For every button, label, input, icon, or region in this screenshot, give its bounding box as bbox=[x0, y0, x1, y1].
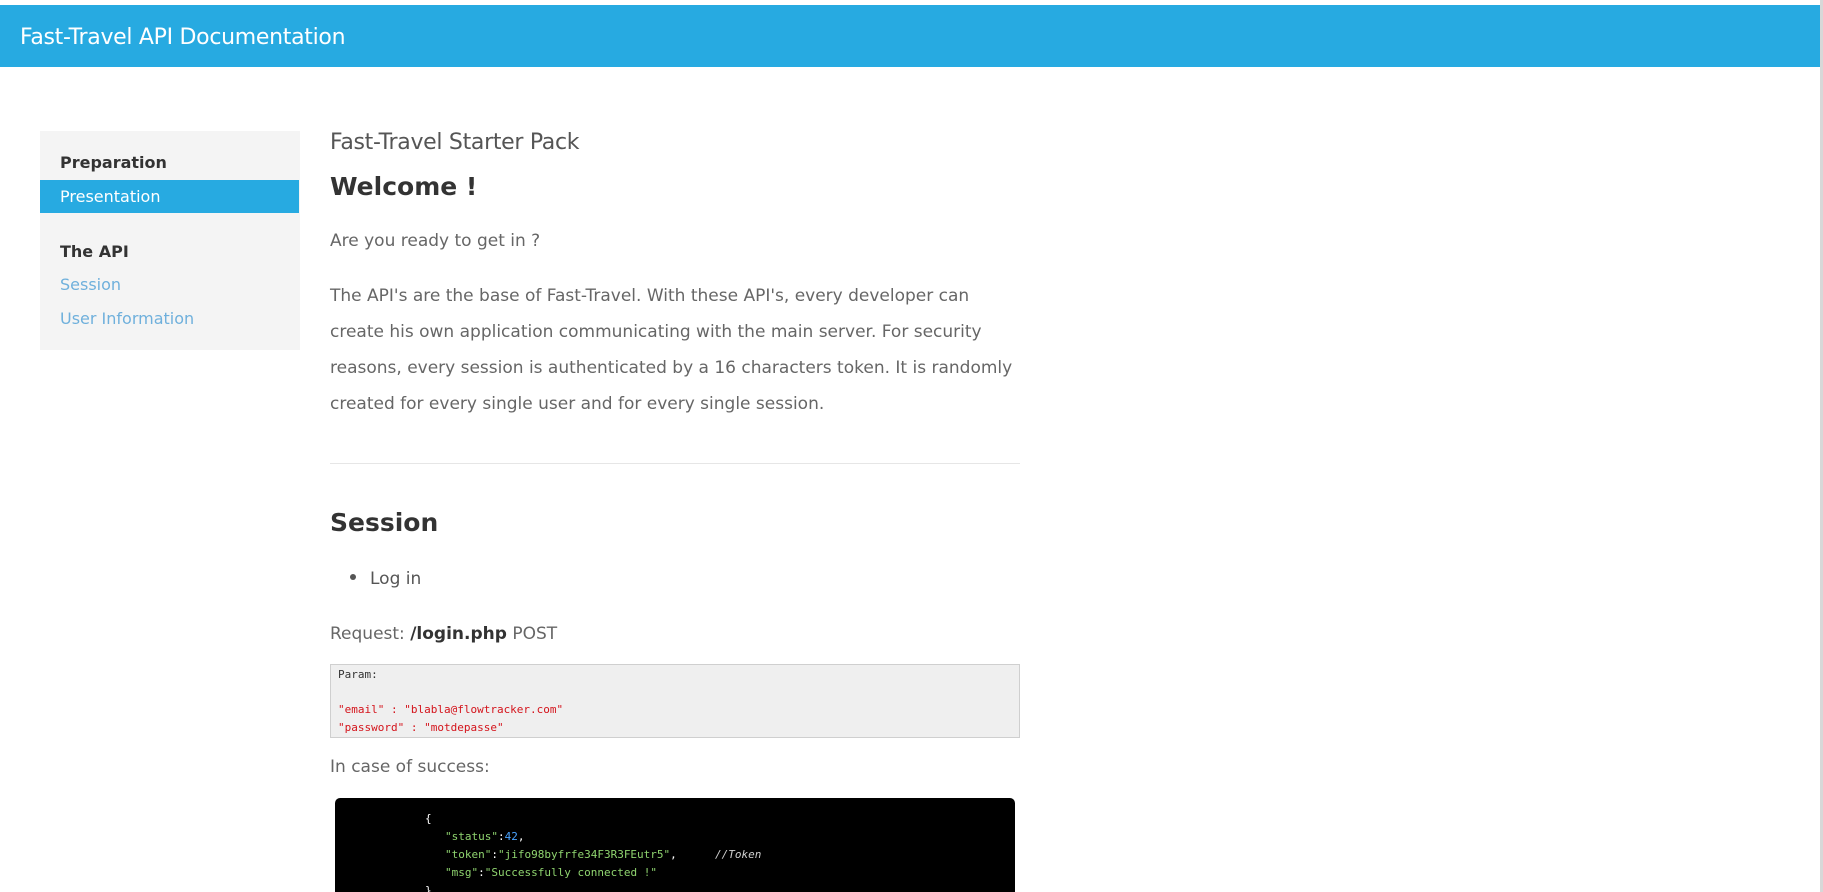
top-bar: Fast-Travel API Documentation bbox=[0, 5, 1820, 67]
code-value-token: "jifo98byfrfe34F3R3FEutr5" bbox=[497, 848, 671, 861]
param-label: Param: bbox=[338, 668, 378, 681]
code-open-brace: { bbox=[425, 812, 432, 825]
sidebar-item-session[interactable]: Session bbox=[40, 268, 299, 301]
app-title[interactable]: Fast-Travel API Documentation bbox=[20, 25, 346, 50]
param-code-block: Param: "email" : "blabla@flowtracker.com… bbox=[330, 664, 1020, 738]
intro-question: Are you ready to get in ? bbox=[330, 231, 541, 251]
list-item-log-in: Log in bbox=[350, 569, 421, 589]
sidebar-item-user-information[interactable]: User Information bbox=[40, 302, 299, 335]
sidebar-nav: Preparation Presentation The API Session… bbox=[40, 131, 300, 350]
param-line-password: "password" : "motdepasse" bbox=[338, 721, 504, 734]
session-heading: Session bbox=[330, 508, 439, 537]
success-code-block: { "status":42, "token":"jifo98byfrfe34F3… bbox=[335, 798, 1015, 892]
param-line-email: "email" : "blabla@flowtracker.com" bbox=[338, 703, 564, 716]
code-comment-token: //Token bbox=[715, 848, 762, 861]
section-divider bbox=[330, 463, 1020, 464]
request-line: Request: /login.php POST bbox=[330, 624, 557, 644]
sidebar-heading-the-api: The API bbox=[60, 242, 129, 261]
request-method: POST bbox=[512, 624, 558, 644]
page: Fast-Travel API Documentation Preparatio… bbox=[0, 0, 1823, 892]
bullet-icon bbox=[350, 574, 356, 580]
code-line-msg: "msg":"Successfully connected !" bbox=[445, 866, 657, 879]
code-value-status: 42 bbox=[504, 830, 518, 843]
code-line-token: "token":"jifo98byfrfe34F3R3FEutr5", bbox=[445, 848, 677, 861]
sidebar-heading-preparation: Preparation bbox=[60, 153, 167, 172]
sidebar-item-presentation[interactable]: Presentation bbox=[40, 180, 299, 213]
request-path: /login.php bbox=[410, 624, 507, 644]
code-key-status: "status" bbox=[445, 830, 498, 843]
pack-title: Fast-Travel Starter Pack bbox=[330, 130, 580, 155]
welcome-heading: Welcome ! bbox=[330, 172, 478, 201]
list-item-label: Log in bbox=[370, 569, 422, 589]
request-prefix: Request: bbox=[330, 624, 405, 644]
code-value-msg: "Successfully connected !" bbox=[484, 866, 657, 879]
code-close-brace: } bbox=[425, 884, 432, 892]
code-line-status: "status":42, bbox=[445, 830, 525, 843]
code-key-token: "token" bbox=[445, 848, 492, 861]
intro-paragraph: The API's are the base of Fast-Travel. W… bbox=[330, 286, 1013, 414]
code-key-msg: "msg" bbox=[445, 866, 479, 879]
success-label: In case of success: bbox=[330, 757, 490, 777]
